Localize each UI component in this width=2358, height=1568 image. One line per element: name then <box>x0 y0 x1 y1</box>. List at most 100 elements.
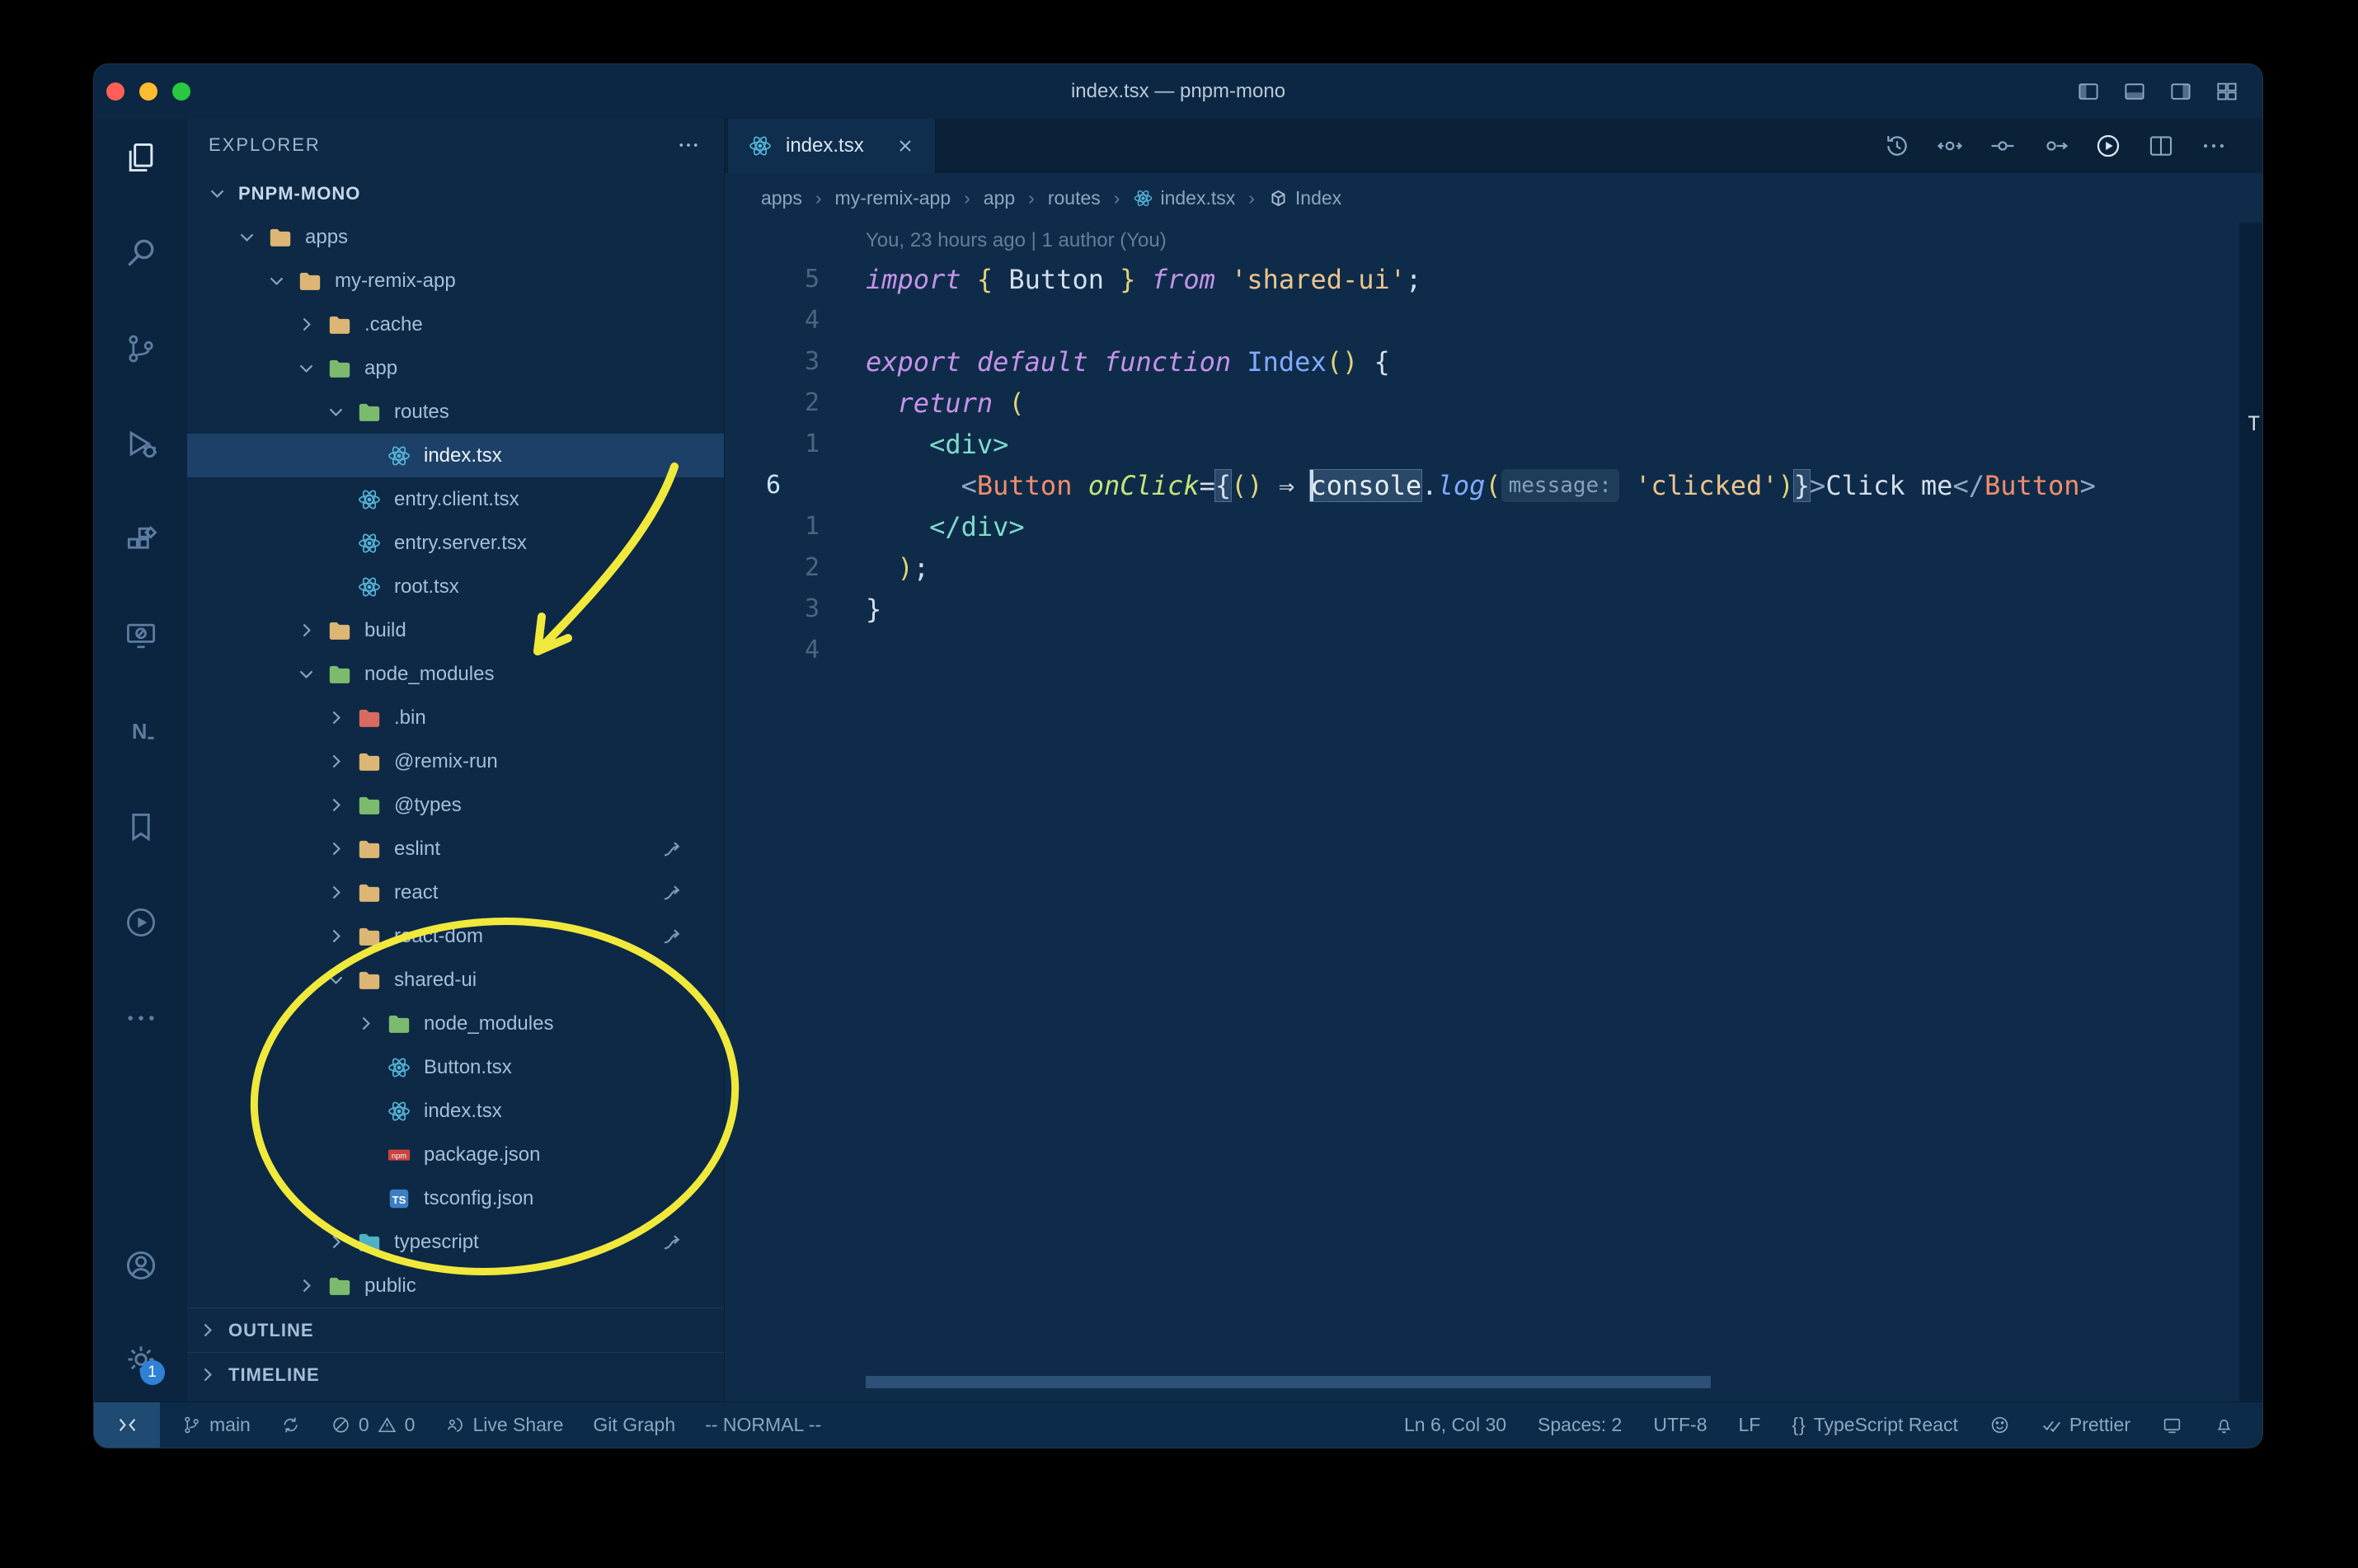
tree-item-entry-server-tsx[interactable]: entry.server.tsx <box>187 521 724 565</box>
editor-more-actions-icon[interactable] <box>2200 132 2228 160</box>
code-line[interactable]: 4 <box>725 630 2262 671</box>
open-changes-icon[interactable] <box>1936 132 1964 160</box>
chevron-down-icon <box>266 270 298 291</box>
tree-item-button-tsx[interactable]: Button.tsx <box>187 1045 724 1089</box>
tree-item-label: index.tsx <box>424 444 502 467</box>
zoom-window-button[interactable] <box>172 82 190 101</box>
settings-gear-icon[interactable]: 1 <box>122 1342 165 1385</box>
close-window-button[interactable] <box>106 82 124 101</box>
nx-console-icon[interactable]: N <box>122 712 160 750</box>
tree-item--bin[interactable]: .bin <box>187 696 724 739</box>
tree-item--cache[interactable]: .cache <box>187 303 724 346</box>
notifications[interactable] <box>2214 1415 2234 1435</box>
problems[interactable]: 00 <box>331 1414 415 1436</box>
tree-item-entry-client-tsx[interactable]: entry.client.tsx <box>187 477 724 521</box>
git-graph[interactable]: Git Graph <box>593 1414 675 1436</box>
code-line[interactable]: 3} <box>725 589 2262 630</box>
explorer-more-actions-icon[interactable] <box>674 133 702 157</box>
open-working-file-icon[interactable] <box>2041 132 2069 160</box>
tree-item-public[interactable]: public <box>187 1264 724 1307</box>
eol-selector[interactable]: LF <box>1739 1414 1761 1436</box>
bookmarks-icon[interactable] <box>122 808 160 846</box>
close-tab-icon[interactable] <box>895 136 915 156</box>
toggle-secondary-sidebar-icon[interactable] <box>2167 79 2195 104</box>
tree-item-react-dom[interactable]: react-dom <box>187 914 724 958</box>
toggle-primary-sidebar-icon[interactable] <box>2074 79 2102 104</box>
screencast[interactable] <box>2162 1415 2182 1435</box>
tree-item-node-modules[interactable]: node_modules <box>187 652 724 696</box>
tree-item-app[interactable]: app <box>187 346 724 390</box>
git-blame-lens[interactable]: You, 23 hours ago | 1 author (You) <box>725 223 2262 259</box>
tree-item-build[interactable]: build <box>187 608 724 652</box>
horizontal-scrollbar[interactable] <box>866 1376 1711 1388</box>
remote-explorer-icon[interactable] <box>122 617 160 655</box>
code-line[interactable]: 1 <div> <box>725 424 2262 465</box>
tree-item-shared-ui[interactable]: shared-ui <box>187 958 724 1002</box>
tree-item-routes[interactable]: routes <box>187 390 724 434</box>
outline-section[interactable]: OUTLINE <box>187 1307 724 1352</box>
file-history-icon[interactable] <box>1883 132 1911 160</box>
split-editor-icon[interactable] <box>2147 132 2175 160</box>
breadcrumb-routes[interactable]: routes <box>1048 187 1101 209</box>
tab-index-tsx[interactable]: index.tsx <box>728 119 936 173</box>
tree-item-my-remix-app[interactable]: my-remix-app <box>187 259 724 303</box>
tree-item-eslint[interactable]: eslint <box>187 827 724 871</box>
code-line[interactable]: 2 ); <box>725 547 2262 589</box>
tree-item-react[interactable]: react <box>187 871 724 914</box>
code-line[interactable]: 6 <Button onClick={() ⇒ console.log(mess… <box>725 465 2262 506</box>
remote-indicator[interactable] <box>94 1402 160 1448</box>
breadcrumb-apps[interactable]: apps <box>761 187 802 209</box>
vim-mode[interactable]: -- NORMAL -- <box>705 1414 821 1436</box>
additional-views-icon[interactable] <box>122 999 160 1037</box>
tree-item-typescript[interactable]: typescript <box>187 1220 724 1264</box>
run-debug-icon[interactable] <box>122 425 160 463</box>
code-line[interactable]: 1 </div> <box>725 506 2262 547</box>
breadcrumb-my-remix-app[interactable]: my-remix-app <box>835 187 951 209</box>
extensions-icon[interactable] <box>122 521 160 559</box>
code-line[interactable]: 4 <box>725 300 2262 341</box>
live-preview-icon[interactable] <box>122 904 160 941</box>
cursor-position[interactable]: Ln 6, Col 30 <box>1404 1414 1506 1436</box>
folder-icon <box>357 837 383 861</box>
tree-item-index-tsx[interactable]: index.tsx <box>187 434 724 477</box>
sync-changes[interactable] <box>280 1415 301 1435</box>
tree-item-tsconfig-json[interactable]: TS tsconfig.json <box>187 1176 724 1220</box>
minimize-window-button[interactable] <box>139 82 157 101</box>
code-editor[interactable]: You, 23 hours ago | 1 author (You) 5 impor… <box>725 223 2262 1401</box>
breadcrumb-symbol-index[interactable]: Index <box>1268 187 1341 209</box>
breadcrumb-app[interactable]: app <box>984 187 1015 209</box>
toggle-panel-icon[interactable] <box>2121 79 2149 104</box>
code-line[interactable]: 3 export default function Index() { <box>725 341 2262 383</box>
tree-item-pnpm-mono[interactable]: PNPM-MONO <box>187 171 724 215</box>
code-line[interactable]: 2 return ( <box>725 383 2262 424</box>
run-code-icon[interactable] <box>2094 132 2122 160</box>
toggle-blame-icon[interactable] <box>1989 132 2017 160</box>
git-branch[interactable]: main <box>181 1414 251 1436</box>
minimap[interactable]: T <box>2239 223 2262 1401</box>
customize-layout-icon[interactable] <box>2213 79 2241 104</box>
language-mode[interactable]: {} TypeScript React <box>1792 1414 1958 1436</box>
explorer-icon[interactable] <box>122 138 160 176</box>
timeline-section[interactable]: TIMELINE <box>187 1352 724 1397</box>
breadcrumb-index-tsx[interactable]: index.tsx <box>1133 187 1235 209</box>
tree-item--remix-run[interactable]: @remix-run <box>187 739 724 783</box>
minimap-char: T <box>2248 412 2260 435</box>
search-icon[interactable] <box>122 234 160 272</box>
tree-item--types[interactable]: @types <box>187 783 724 827</box>
tree-item-root-tsx[interactable]: root.tsx <box>187 565 724 608</box>
account-icon[interactable] <box>122 1246 160 1284</box>
code-line[interactable]: 5 import { Button } from 'shared-ui'; <box>725 259 2262 300</box>
tree-item-package-json[interactable]: npm package.json <box>187 1133 724 1176</box>
tree-item-label: shared-ui <box>394 968 477 991</box>
source-control-icon[interactable] <box>122 330 160 368</box>
tree-item-node-modules[interactable]: node_modules <box>187 1002 724 1045</box>
settings-badge: 1 <box>139 1360 165 1385</box>
tree-item-index-tsx[interactable]: index.tsx <box>187 1089 724 1133</box>
breadcrumbs: apps › my-remix-app › app › routes › ind… <box>725 173 2262 223</box>
tree-item-apps[interactable]: apps <box>187 215 724 259</box>
indentation[interactable]: Spaces: 2 <box>1538 1414 1622 1436</box>
live-share[interactable]: Live Share <box>444 1414 563 1436</box>
feedback[interactable] <box>1989 1415 2010 1435</box>
encoding[interactable]: UTF-8 <box>1653 1414 1707 1436</box>
formatter[interactable]: Prettier <box>2041 1414 2130 1436</box>
